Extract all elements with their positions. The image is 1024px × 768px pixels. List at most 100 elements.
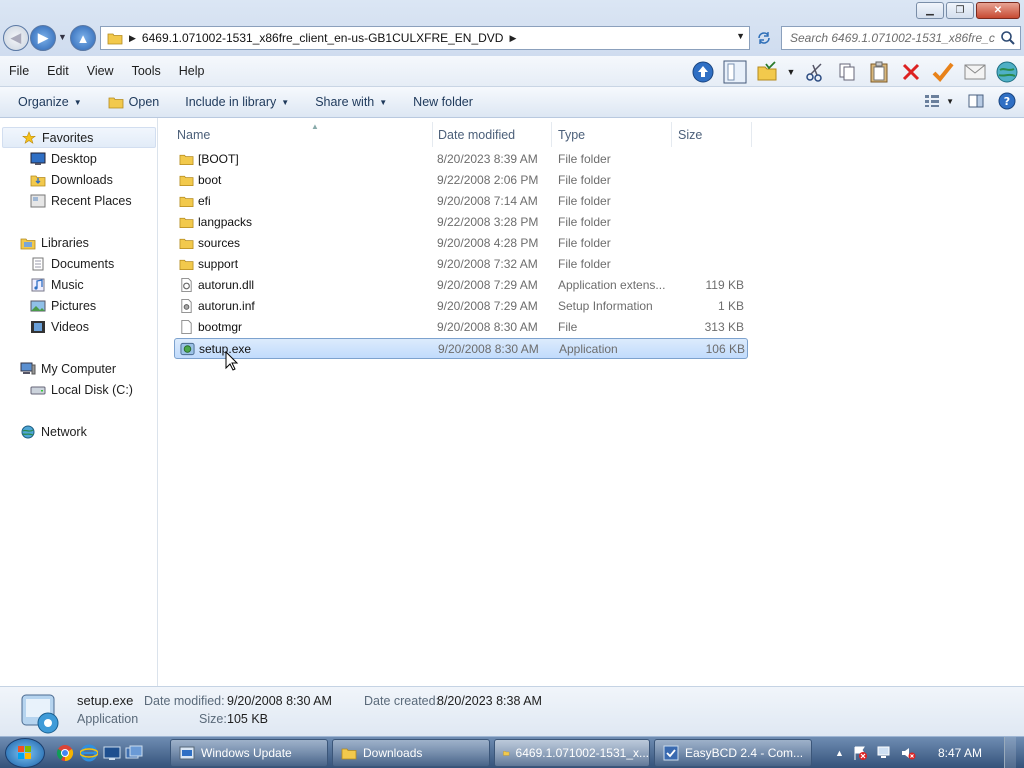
address-bar[interactable]: ▶ 6469.1.071002-1531_x86fre_client_en-us… (100, 26, 750, 50)
column-header-type[interactable]: Type (554, 122, 672, 147)
action-center-flag-icon[interactable] (852, 745, 868, 761)
start-button[interactable] (5, 738, 45, 768)
help-icon[interactable]: ? (998, 92, 1016, 110)
maximize-button[interactable]: ❐ (946, 2, 974, 19)
show-desktop-button[interactable] (1004, 737, 1016, 768)
nav-music[interactable]: Music (30, 274, 84, 295)
chevron-down-icon[interactable]: ▼ (786, 59, 796, 85)
file-size: 106 KB (705, 342, 745, 356)
change-view-icon[interactable] (924, 94, 940, 108)
nav-downloads[interactable]: Downloads (30, 169, 113, 190)
breadcrumb-current-folder[interactable]: 6469.1.071002-1531_x86fre_client_en-us-G… (142, 31, 504, 45)
volume-muted-icon[interactable] (900, 745, 916, 761)
checkmark-icon[interactable] (930, 59, 956, 85)
menu-help[interactable]: Help (170, 64, 214, 78)
nav-network[interactable]: Network (20, 421, 87, 442)
file-row[interactable]: support 9/20/2008 7:32 AM File folder (174, 254, 748, 275)
chevron-down-icon[interactable]: ▼ (946, 97, 954, 106)
cut-icon[interactable] (802, 59, 828, 85)
show-hidden-icons-icon[interactable]: ▲ (835, 748, 844, 758)
address-history-dropdown[interactable]: ▼ (736, 31, 745, 41)
mouse-cursor-icon (225, 351, 239, 371)
file-row[interactable]: [BOOT] 8/20/2023 8:39 AM File folder (174, 149, 748, 170)
chrome-icon[interactable] (56, 744, 74, 762)
file-row[interactable]: langpacks 9/22/2008 3:28 PM File folder (174, 212, 748, 233)
new-folder-button[interactable]: New folder (400, 95, 486, 109)
search-input[interactable]: Search 6469.1.071002-1531_x86fre_clie... (781, 26, 1021, 50)
show-desktop-icon[interactable] (103, 744, 121, 762)
preview-pane-icon[interactable] (968, 94, 984, 108)
nav-pictures[interactable]: Pictures (30, 295, 96, 316)
preview-pane-icon[interactable] (722, 59, 748, 85)
column-header-date-modified[interactable]: Date modified (434, 122, 552, 147)
nav-documents[interactable]: Documents (30, 253, 114, 274)
file-size: 1 KB (717, 299, 744, 313)
column-header-name[interactable]: Name ▲ (173, 122, 433, 147)
file-date: 9/22/2008 3:28 PM (437, 215, 539, 229)
file-row[interactable]: efi 9/20/2008 7:14 AM File folder (174, 191, 748, 212)
sort-ascending-icon: ▲ (311, 122, 319, 131)
chevron-down-icon: ▼ (379, 97, 388, 107)
nav-libraries[interactable]: Libraries (20, 232, 89, 253)
internet-explorer-icon[interactable] (80, 744, 98, 762)
open-button[interactable]: Open (95, 95, 173, 109)
taskbar-dvd-folder[interactable]: 6469.1.071002-1531_x... (494, 739, 650, 767)
file-date: 8/20/2023 8:39 AM (437, 152, 538, 166)
file-row[interactable]: bootmgr 9/20/2008 8:30 AM File 313 KB (174, 317, 748, 338)
back-button[interactable]: ◀ (3, 25, 29, 51)
taskbar-easybcd[interactable]: EasyBCD 2.4 - Com... (654, 739, 812, 767)
file-row[interactable]: autorun.inf 9/20/2008 7:29 AM Setup Info… (174, 296, 748, 317)
recent-pages-dropdown[interactable]: ▼ (58, 32, 67, 42)
column-type-label: Type (558, 127, 586, 142)
nav-local-disk[interactable]: Local Disk (C:) (30, 379, 133, 400)
menu-file[interactable]: File (0, 64, 38, 78)
organize-button[interactable]: Organize ▼ (0, 95, 95, 109)
clock[interactable]: 8:47 AM (938, 746, 982, 760)
file-row[interactable]: boot 9/22/2008 2:06 PM File folder (174, 170, 748, 191)
file-type: Application extens... (558, 278, 666, 292)
nav-libraries-label: Libraries (41, 235, 89, 250)
new-folder-label: New folder (413, 95, 473, 109)
network-status-icon[interactable] (876, 745, 892, 761)
copy-icon[interactable] (834, 59, 860, 85)
share-with-button[interactable]: Share with ▼ (302, 95, 400, 109)
refresh-button[interactable] (752, 26, 776, 50)
switch-windows-icon[interactable] (125, 744, 143, 762)
folder-icon (341, 748, 357, 760)
menu-view[interactable]: View (78, 64, 123, 78)
nav-documents-label: Documents (51, 256, 115, 271)
file-row-selected[interactable]: setup.exe 9/20/2008 8:30 AM Application … (174, 338, 748, 359)
documents-icon (32, 257, 44, 270)
minimize-button[interactable]: ▁ (916, 2, 944, 19)
file-date: 9/20/2008 7:32 AM (437, 257, 538, 271)
nav-recent-places[interactable]: Recent Places (30, 190, 132, 211)
nav-favorites[interactable]: Favorites (2, 127, 156, 148)
up-arrow-icon[interactable] (690, 59, 716, 85)
breadcrumb-arrow-icon[interactable]: ▶ (509, 33, 516, 44)
properties-folder-icon[interactable] (754, 59, 780, 85)
delete-icon[interactable] (898, 59, 924, 85)
taskbar-windows-update[interactable]: Windows Update (170, 739, 328, 767)
breadcrumb-arrow-icon[interactable]: ▶ (129, 33, 136, 44)
menu-tools[interactable]: Tools (123, 64, 170, 78)
file-name: support (198, 257, 239, 271)
column-header-size[interactable]: Size (674, 122, 752, 147)
up-folder-button[interactable]: ▲ (70, 25, 96, 51)
menu-edit[interactable]: Edit (38, 64, 78, 78)
paste-icon[interactable] (866, 59, 892, 85)
include-in-library-button[interactable]: Include in library ▼ (172, 95, 302, 109)
nav-desktop[interactable]: Desktop (30, 148, 97, 169)
taskbar-downloads[interactable]: Downloads (332, 739, 490, 767)
search-icon[interactable] (1000, 30, 1016, 46)
globe-icon[interactable] (994, 59, 1020, 85)
details-date-modified-label: Date modified: (144, 694, 225, 708)
email-icon[interactable] (962, 59, 988, 85)
file-date: 9/20/2008 7:29 AM (437, 299, 538, 313)
file-row[interactable]: autorun.dll 9/20/2008 7:29 AM Applicatio… (174, 275, 748, 296)
nav-videos[interactable]: Videos (30, 316, 89, 337)
forward-button[interactable]: ▶ (30, 25, 56, 51)
close-button[interactable]: ✕ (976, 2, 1020, 19)
nav-my-computer[interactable]: My Computer (20, 358, 116, 379)
dll-file-icon (181, 278, 192, 292)
file-row[interactable]: sources 9/20/2008 4:28 PM File folder (174, 233, 748, 254)
